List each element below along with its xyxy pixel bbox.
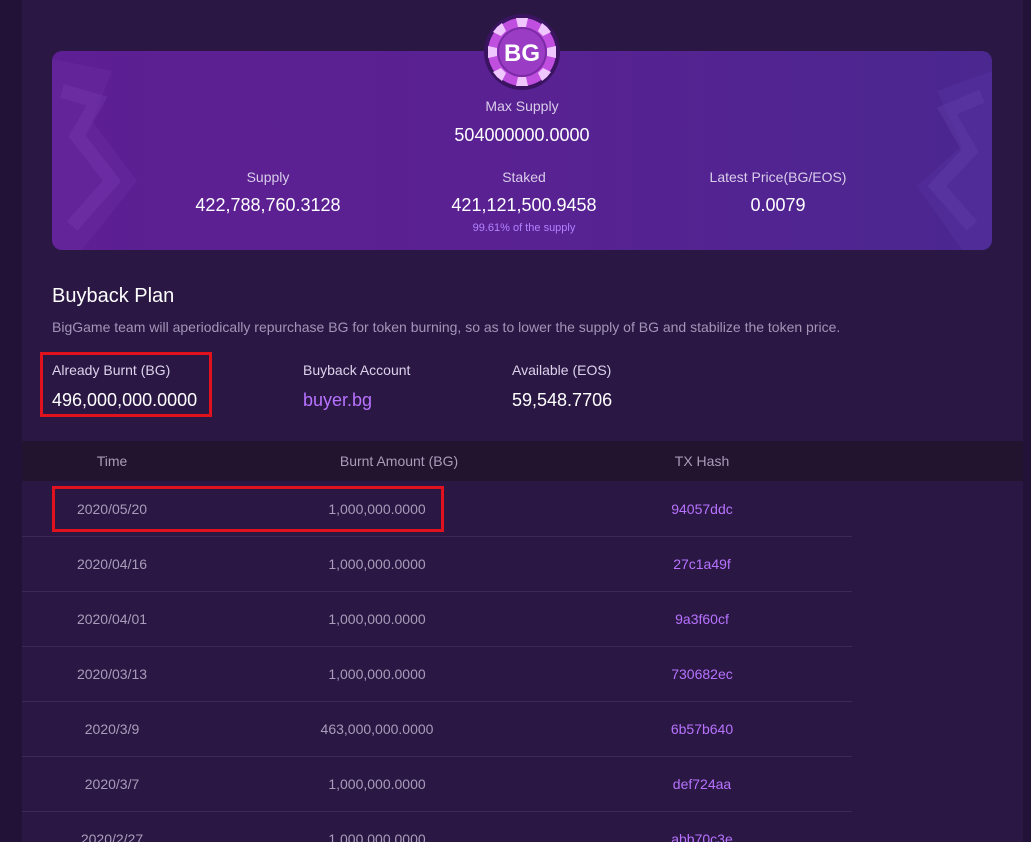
row-amount: 1,000,000.0000	[328, 666, 426, 682]
row-tx-hash-link[interactable]: 730682ec	[602, 647, 802, 701]
left-rail	[0, 0, 22, 842]
table-row: 2020/04/16 1,000,000.0000 27c1a49f	[22, 537, 852, 592]
page: Max Supply 504000000.0000 Supply 422,788…	[0, 0, 1031, 842]
buyback-account-info: Buyback Account buyer.bg	[303, 361, 410, 412]
table-row: 2020/3/9 463,000,000.0000 6b57b640	[22, 702, 852, 757]
right-rail	[1023, 0, 1031, 842]
row-amount: 1,000,000.0000	[328, 831, 426, 842]
latest-price-label: Latest Price(BG/EOS)	[709, 169, 847, 185]
burnt-amount-column-header: Burnt Amount (BG)	[339, 453, 459, 469]
supply-stat: Supply 422,788,760.3128	[168, 168, 368, 217]
row-tx-hash-link[interactable]: 27c1a49f	[602, 537, 802, 591]
staked-percentage: 99.61% of the supply	[472, 222, 576, 234]
buyback-account-link[interactable]: buyer.bg	[303, 388, 410, 412]
row-tx-hash-link[interactable]: 9a3f60cf	[602, 592, 802, 646]
staked-stat: Staked 421,121,500.9458 99.61% of the su…	[424, 168, 624, 235]
available-eos-value: 59,548.7706	[512, 390, 613, 410]
table-row: 2020/04/01 1,000,000.0000 9a3f60cf	[22, 592, 852, 647]
row-time: 2020/2/27	[80, 831, 144, 842]
buyback-plan-title: Buyback Plan	[52, 285, 175, 307]
row-tx-hash-link[interactable]: abb70c3e	[602, 812, 802, 842]
latest-price-stat: Latest Price(BG/EOS) 0.0079	[668, 168, 888, 217]
row-tx-hash-link[interactable]: def724aa	[602, 757, 802, 811]
already-burnt-highlight-box	[40, 352, 212, 417]
table-row: 2020/03/13 1,000,000.0000 730682ec	[22, 647, 852, 702]
supply-value: 422,788,760.3128	[195, 195, 341, 215]
biggame-logo-icon: BG	[484, 14, 560, 90]
max-supply-stat: Max Supply 504000000.0000	[422, 97, 622, 147]
table-row: 2020/2/27 1,000,000.0000 abb70c3e	[22, 812, 852, 842]
buyback-plan-description: BigGame team will aperiodically repurcha…	[52, 319, 841, 335]
row-tx-hash-link[interactable]: 6b57b640	[602, 702, 802, 756]
tx-hash-column-header: TX Hash	[674, 453, 730, 469]
row-amount: 1,000,000.0000	[328, 776, 426, 792]
max-supply-value: 504000000.0000	[454, 125, 590, 145]
row-amount: 1,000,000.0000	[328, 556, 426, 572]
supply-label: Supply	[246, 169, 290, 185]
logo-text: BG	[504, 40, 540, 67]
decorative-chevron-left-icon	[52, 59, 137, 250]
available-eos-label: Available (EOS)	[512, 362, 612, 378]
latest-price-value: 0.0079	[750, 195, 806, 215]
staked-label: Staked	[502, 169, 546, 185]
row-time: 2020/04/01	[76, 611, 148, 627]
first-row-highlight-box	[52, 486, 444, 532]
table-row: 2020/3/7 1,000,000.0000 def724aa	[22, 757, 852, 812]
row-time: 2020/3/7	[84, 776, 140, 792]
row-time: 2020/03/13	[76, 666, 148, 682]
buyback-account-label: Buyback Account	[303, 362, 411, 378]
available-eos-info: Available (EOS) 59,548.7706	[512, 361, 612, 412]
staked-value: 421,121,500.9458	[451, 195, 597, 215]
decorative-chevron-right-icon	[917, 71, 992, 250]
row-amount: 463,000,000.0000	[320, 721, 434, 737]
burn-table-header: Time Burnt Amount (BG) TX Hash	[22, 441, 1023, 481]
row-time: 2020/04/16	[76, 556, 148, 572]
row-time: 2020/3/9	[84, 721, 140, 737]
row-tx-hash-link[interactable]: 94057ddc	[602, 482, 802, 536]
max-supply-label: Max Supply	[485, 98, 559, 114]
row-amount: 1,000,000.0000	[328, 611, 426, 627]
time-column-header: Time	[96, 453, 128, 469]
